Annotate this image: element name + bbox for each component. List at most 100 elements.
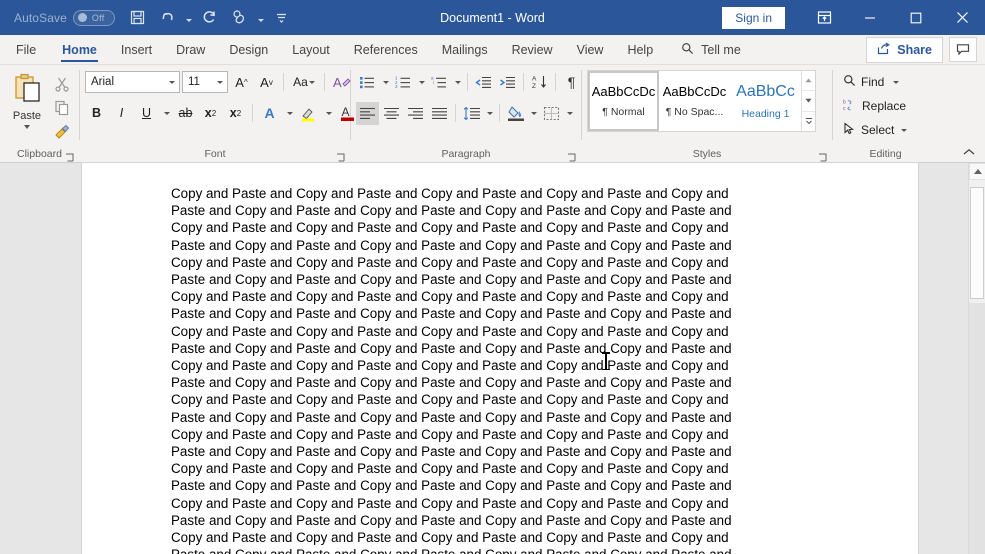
- change-case-button[interactable]: Aa: [289, 71, 319, 94]
- paste-button[interactable]: Paste: [5, 69, 49, 143]
- scroll-track[interactable]: [969, 303, 985, 554]
- borders-icon[interactable]: [540, 102, 563, 125]
- style-normal[interactable]: AaBbCcDc ¶ Normal: [588, 71, 659, 131]
- document-text[interactable]: Copy and Paste and Copy and Paste and Co…: [82, 163, 918, 554]
- undo-dropdown-icon[interactable]: [183, 3, 195, 33]
- undo-icon[interactable]: [153, 3, 183, 33]
- shading-dropdown-icon[interactable]: [528, 102, 539, 125]
- tabs-right-actions: Share: [866, 35, 985, 64]
- sort-icon[interactable]: A Z: [528, 71, 551, 94]
- underline-button[interactable]: U: [135, 102, 158, 125]
- touch-mode-icon[interactable]: [225, 3, 255, 33]
- line-spacing-icon[interactable]: [460, 102, 483, 125]
- save-icon[interactable]: [123, 3, 153, 33]
- autosave-state-label: Off: [91, 12, 105, 23]
- document-page[interactable]: Copy and Paste and Copy and Paste and Co…: [82, 163, 918, 554]
- styles-dialog-launcher[interactable]: [818, 150, 828, 162]
- scroll-up-arrow[interactable]: [969, 163, 985, 180]
- paste-dropdown-icon[interactable]: [24, 125, 30, 129]
- find-dropdown-icon[interactable]: [893, 80, 900, 84]
- align-right-icon[interactable]: [404, 102, 427, 125]
- cut-icon[interactable]: [49, 72, 75, 95]
- touch-mode-dropdown-icon[interactable]: [255, 3, 267, 33]
- styles-scroll-down-icon[interactable]: [802, 91, 815, 112]
- show-formatting-marks-icon[interactable]: ¶: [560, 71, 583, 94]
- bullets-dropdown-icon[interactable]: [380, 71, 391, 94]
- tab-references[interactable]: References: [342, 35, 430, 64]
- bullets-icon[interactable]: [356, 71, 379, 94]
- tab-layout[interactable]: Layout: [280, 35, 342, 64]
- font-name-combo[interactable]: Arial: [85, 71, 180, 93]
- shrink-font-button[interactable]: Av: [255, 71, 278, 94]
- minimize-button[interactable]: [847, 0, 893, 35]
- tab-draw[interactable]: Draw: [164, 35, 217, 64]
- sign-in-button[interactable]: Sign in: [722, 6, 785, 29]
- ribbon-tabs: File Home Insert Draw Design Layout Refe…: [0, 35, 985, 65]
- numbering-icon[interactable]: 1 2 3: [392, 71, 415, 94]
- highlight-dropdown-icon[interactable]: [322, 102, 334, 125]
- select-button[interactable]: Select: [839, 118, 911, 142]
- style-no-spacing[interactable]: AaBbCcDc ¶ No Spac...: [659, 71, 730, 131]
- ribbon-display-options-icon[interactable]: [801, 0, 847, 35]
- font-dialog-launcher[interactable]: [336, 150, 346, 162]
- share-button[interactable]: Share: [866, 36, 943, 63]
- numbering-dropdown-icon[interactable]: [416, 71, 427, 94]
- styles-more-icon[interactable]: [802, 112, 815, 131]
- copy-icon[interactable]: [49, 96, 75, 119]
- close-button[interactable]: [939, 0, 985, 35]
- align-center-icon[interactable]: [380, 102, 403, 125]
- paragraph-dialog-launcher[interactable]: [567, 150, 577, 162]
- replace-button[interactable]: b c Replace: [839, 94, 911, 118]
- tab-view[interactable]: View: [565, 35, 616, 64]
- tell-me-search[interactable]: Tell me: [665, 35, 753, 64]
- maximize-button[interactable]: [893, 0, 939, 35]
- scroll-thumb[interactable]: [970, 187, 984, 299]
- grow-font-button[interactable]: A ^: [230, 71, 253, 94]
- find-button[interactable]: Find: [839, 70, 911, 94]
- decrease-indent-icon[interactable]: [472, 71, 495, 94]
- superscript-button[interactable]: x2: [224, 102, 247, 125]
- increase-indent-icon[interactable]: [496, 71, 519, 94]
- font-name-value: Arial: [91, 76, 115, 88]
- text-effects-button[interactable]: A: [258, 102, 281, 125]
- tab-design[interactable]: Design: [217, 35, 280, 64]
- clear-formatting-button[interactable]: A: [330, 71, 353, 94]
- ribbon: Paste Clipboard Arial 11 A ^ A v Aa A B …: [0, 65, 985, 163]
- tab-home[interactable]: Home: [50, 35, 109, 64]
- customize-qat-icon[interactable]: [267, 3, 297, 33]
- tab-file[interactable]: File: [0, 35, 50, 64]
- font-size-combo[interactable]: 11: [182, 71, 228, 93]
- subscript-button[interactable]: x2: [199, 102, 222, 125]
- strikethrough-button[interactable]: ab: [174, 102, 197, 125]
- replace-icon: b c: [843, 98, 857, 114]
- paste-icon: [11, 72, 43, 109]
- multilevel-dropdown-icon[interactable]: [452, 71, 463, 94]
- clipboard-dialog-launcher[interactable]: [65, 150, 75, 162]
- autosave-toggle[interactable]: Off: [72, 9, 115, 26]
- underline-dropdown-icon[interactable]: [160, 102, 172, 125]
- format-painter-icon[interactable]: [49, 120, 75, 143]
- tab-review[interactable]: Review: [500, 35, 565, 64]
- tab-help[interactable]: Help: [615, 35, 665, 64]
- align-left-icon[interactable]: [356, 101, 379, 125]
- justify-icon[interactable]: [428, 102, 451, 125]
- tab-insert[interactable]: Insert: [109, 35, 164, 64]
- multilevel-list-icon[interactable]: a i: [428, 71, 451, 94]
- shading-icon[interactable]: [504, 102, 527, 125]
- vertical-scrollbar[interactable]: [968, 163, 985, 554]
- comment-icon[interactable]: [949, 37, 977, 62]
- ribbon-group-paragraph: 1 2 3 a i A Z ¶ Paragraph: [351, 65, 581, 162]
- tab-mailings[interactable]: Mailings: [430, 35, 500, 64]
- text-highlight-button[interactable]: [297, 102, 320, 125]
- select-icon: [843, 122, 856, 138]
- redo-icon[interactable]: [195, 3, 225, 33]
- style-heading-1[interactable]: AaBbCc Heading 1: [730, 71, 801, 131]
- borders-dropdown-icon[interactable]: [564, 102, 575, 125]
- styles-scroll-up-icon[interactable]: [802, 71, 815, 92]
- line-spacing-dropdown-icon[interactable]: [484, 102, 495, 125]
- text-effects-dropdown-icon[interactable]: [283, 102, 295, 125]
- italic-button[interactable]: I: [110, 102, 133, 125]
- collapse-ribbon-icon[interactable]: [961, 145, 977, 159]
- select-dropdown-icon[interactable]: [901, 128, 908, 132]
- bold-button[interactable]: B: [85, 102, 108, 125]
